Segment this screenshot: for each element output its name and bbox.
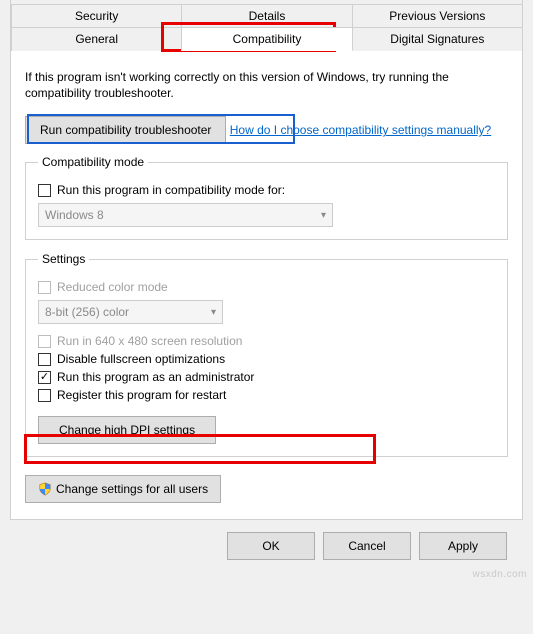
disable-fullscreen-label: Disable fullscreen optimizations <box>57 352 225 366</box>
run-troubleshooter-button[interactable]: Run compatibility troubleshooter <box>25 116 226 144</box>
tab-details[interactable]: Details <box>181 4 352 27</box>
chevron-down-icon: ▾ <box>211 307 216 318</box>
chevron-down-icon: ▾ <box>321 210 326 221</box>
register-restart-label: Register this program for restart <box>57 388 226 402</box>
tab-strip: Security Details Previous Versions Gener… <box>11 0 522 51</box>
apply-button[interactable]: Apply <box>419 532 507 560</box>
tab-previous-versions[interactable]: Previous Versions <box>352 4 523 27</box>
run-as-admin-checkbox[interactable] <box>38 371 51 384</box>
compatibility-mode-group: Compatibility mode Run this program in c… <box>25 155 508 240</box>
tab-digital-signatures[interactable]: Digital Signatures <box>352 27 523 51</box>
reduced-color-checkbox[interactable] <box>38 281 51 294</box>
settings-group: Settings Reduced color mode 8-bit (256) … <box>25 252 508 457</box>
register-restart-checkbox[interactable] <box>38 389 51 402</box>
compat-mode-label: Run this program in compatibility mode f… <box>57 183 285 197</box>
shield-icon <box>38 482 52 496</box>
compatibility-mode-legend: Compatibility mode <box>38 155 148 169</box>
change-all-users-label: Change settings for all users <box>56 482 208 496</box>
properties-dialog: Security Details Previous Versions Gener… <box>10 0 523 520</box>
low-res-label: Run in 640 x 480 screen resolution <box>57 334 242 348</box>
tab-compatibility[interactable]: Compatibility <box>181 27 352 51</box>
run-as-admin-label: Run this program as an administrator <box>57 370 254 384</box>
intro-text: If this program isn't working correctly … <box>25 69 508 101</box>
dialog-footer: OK Cancel Apply <box>0 520 523 572</box>
tab-general[interactable]: General <box>11 27 182 51</box>
change-all-users-button[interactable]: Change settings for all users <box>25 475 221 503</box>
low-res-checkbox[interactable] <box>38 335 51 348</box>
tab-security[interactable]: Security <box>11 4 182 27</box>
ok-button[interactable]: OK <box>227 532 315 560</box>
color-depth-combo[interactable]: 8-bit (256) color ▾ <box>38 300 223 324</box>
disable-fullscreen-checkbox[interactable] <box>38 353 51 366</box>
watermark: wsxdn.com <box>472 569 527 580</box>
compat-os-combo[interactable]: Windows 8 ▾ <box>38 203 333 227</box>
compat-os-value: Windows 8 <box>45 208 104 222</box>
cancel-button[interactable]: Cancel <box>323 532 411 560</box>
settings-legend: Settings <box>38 252 89 266</box>
reduced-color-label: Reduced color mode <box>57 280 168 294</box>
color-depth-value: 8-bit (256) color <box>45 305 129 319</box>
change-dpi-button[interactable]: Change high DPI settings <box>38 416 216 444</box>
manual-settings-link[interactable]: How do I choose compatibility settings m… <box>230 123 491 137</box>
compat-mode-checkbox[interactable] <box>38 184 51 197</box>
tab-panel-compatibility: If this program isn't working correctly … <box>11 51 522 519</box>
